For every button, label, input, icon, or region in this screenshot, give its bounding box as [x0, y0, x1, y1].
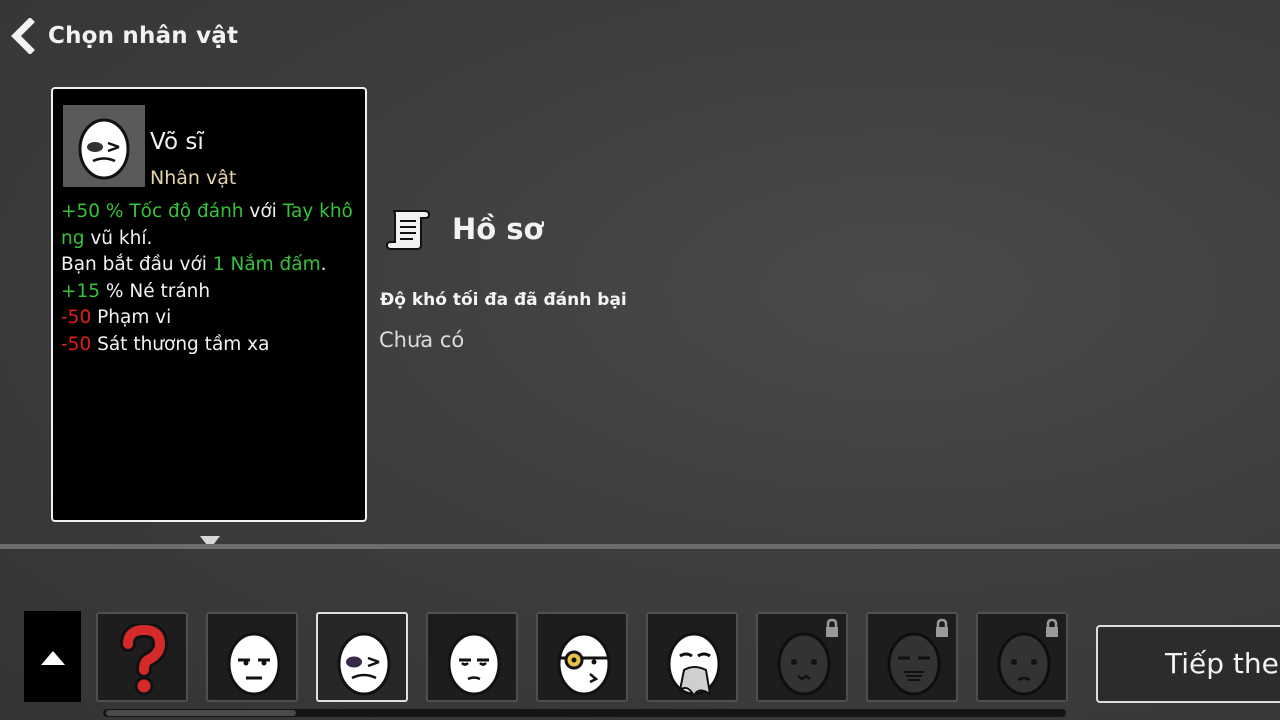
character-portrait: [63, 105, 145, 187]
character-type: Nhân vật: [150, 167, 237, 189]
bearded-egg-icon: [667, 632, 721, 696]
triangle-up-icon: [41, 651, 65, 665]
lock-icon: [1046, 618, 1058, 637]
character-slot-locked-3[interactable]: [976, 612, 1068, 702]
page-title: Chọn nhân vật: [48, 23, 239, 49]
scroll-up-button[interactable]: [24, 611, 81, 702]
random-character-slot[interactable]: [96, 612, 188, 702]
egg-brawler-icon: [337, 632, 391, 696]
next-button[interactable]: Tiếp theo: [1096, 625, 1280, 703]
stat-line-start-item: Bạn bắt đầu với 1 Nắm đấm.: [61, 254, 327, 275]
character-bar-scroll-thumb[interactable]: [106, 710, 296, 716]
stat-line-attack-speed-cont: ng vũ khí.: [61, 227, 153, 249]
divider: [0, 544, 1280, 549]
stat-line-attack-speed: +50 % Tốc độ đánh với Tay khô: [61, 201, 353, 222]
grumpy-egg-icon: [227, 632, 281, 696]
stat-line-range: -50 Phạm vi: [61, 307, 172, 328]
difficulty-label: Độ khó tối đa đã đánh bại: [380, 290, 627, 310]
profile-title: Hồ sơ: [452, 212, 544, 246]
stat-line-ranged-damage: -50 Sát thương tầm xa: [61, 333, 270, 355]
character-slot-smug[interactable]: [426, 612, 518, 702]
back-button[interactable]: Chọn nhân vật: [8, 18, 238, 54]
stat-line-dodge: +15 % Né tránh: [61, 280, 211, 302]
character-slot-pirate[interactable]: [536, 612, 628, 702]
lock-icon: [936, 618, 948, 637]
character-slot-bearded[interactable]: [646, 612, 738, 702]
smug-egg-icon: [447, 632, 501, 696]
character-slot-locked-2[interactable]: [866, 612, 958, 702]
character-info-card: Võ sĩ Nhân vật +50 % Tốc độ đánh với Tay…: [51, 87, 367, 522]
scroll-icon: [385, 210, 431, 250]
character-name: Võ sĩ: [150, 129, 204, 155]
egg-brawler-icon: [78, 118, 130, 180]
question-mark-icon: [120, 624, 169, 696]
lock-icon: [826, 618, 838, 637]
chevron-left-icon: [11, 18, 35, 54]
character-slot-vo-si[interactable]: [316, 612, 408, 702]
character-stats: +50 % Tốc độ đánh với Tay khô ng vũ khí.…: [61, 199, 361, 358]
character-slot-grumpy[interactable]: [206, 612, 298, 702]
character-slot-locked-1[interactable]: [756, 612, 848, 702]
difficulty-value: Chưa có: [379, 328, 465, 352]
pirate-egg-icon: [557, 632, 611, 696]
next-button-label: Tiếp theo: [1165, 647, 1280, 680]
